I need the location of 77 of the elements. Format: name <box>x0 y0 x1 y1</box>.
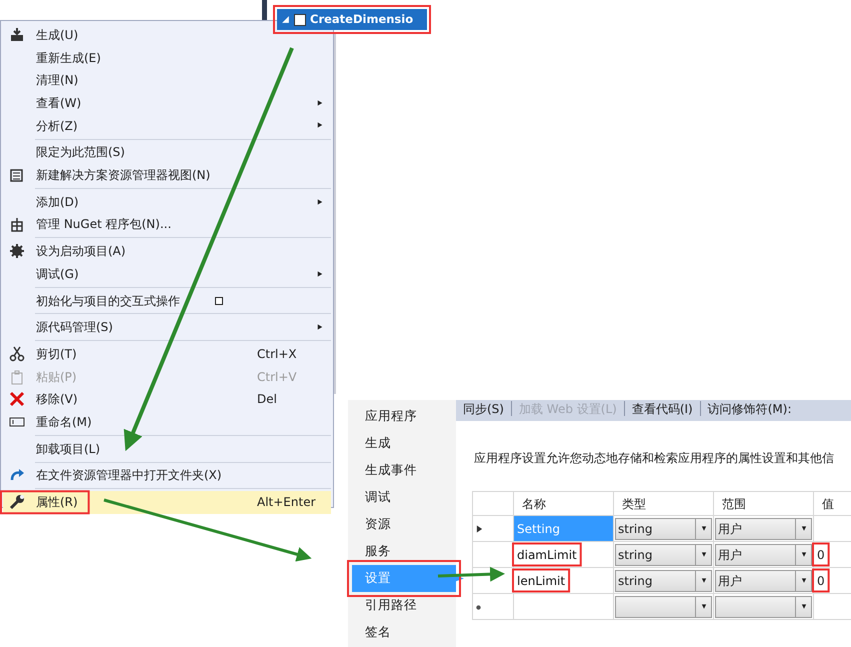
column-header: 名称 <box>514 492 614 516</box>
menu-item[interactable]: 分析(Z) <box>3 114 331 137</box>
nav-tab[interactable]: 生成事件 <box>348 457 456 484</box>
menu-item[interactable]: 管理 NuGet 程序包(N)... <box>3 213 331 236</box>
menu-item[interactable]: 初始化与项目的交互式操作 <box>3 289 331 312</box>
dropdown[interactable]: string <box>615 544 712 566</box>
gear-icon <box>9 243 25 260</box>
submenu-arrow-icon <box>317 198 323 206</box>
nav-tab[interactable]: 生成 <box>348 430 456 457</box>
nav-tab[interactable]: 应用程序 <box>348 403 456 430</box>
package-icon <box>9 216 25 232</box>
new-row-icon <box>476 604 481 610</box>
description-text: 应用程序设置允许您动态地存储和检索应用程序的属性设置和其他信 <box>474 450 835 467</box>
menu-item[interactable]: 属性(R) Alt+Enter <box>3 490 331 514</box>
dropdown[interactable]: 用户 <box>715 570 812 592</box>
menu-item[interactable]: 查看(W) <box>3 92 331 114</box>
table-cell: 0 <box>817 548 825 562</box>
menu-item[interactable]: 重命名(M) <box>3 410 331 434</box>
tree-item[interactable]: CreateDimensio <box>277 9 427 30</box>
nav-tab[interactable]: 签名 <box>348 619 456 646</box>
dropdown[interactable] <box>715 596 812 618</box>
toolbar-button[interactable]: 同步(S) <box>463 400 504 418</box>
menu-item[interactable]: 移除(V) Del <box>3 388 331 411</box>
menu-item[interactable]: 新建解决方案资源管理器视图(N) <box>3 164 331 186</box>
project-icon <box>294 14 306 26</box>
table-cell[interactable] <box>514 594 614 620</box>
current-row-icon <box>476 524 483 534</box>
toolbar-button[interactable]: 访问修饰符(M): <box>708 400 792 418</box>
caret-icon <box>800 552 808 557</box>
submenu-arrow-icon <box>317 270 323 278</box>
dropdown[interactable]: 用户 <box>715 544 812 566</box>
nav-tab[interactable]: 引用路径 <box>348 592 456 619</box>
submenu-arrow-icon <box>317 98 323 107</box>
expander-icon <box>281 15 290 24</box>
nav-tab[interactable]: 服务 <box>348 538 456 565</box>
clipboard-icon <box>9 368 25 385</box>
menu-item[interactable]: 源代码管理(S) <box>3 316 331 339</box>
menu-item[interactable]: 设为启动项目(A) <box>3 240 331 262</box>
window-icon <box>9 167 25 184</box>
menu-item[interactable]: 添加(D) <box>3 190 331 214</box>
caret-icon <box>800 578 808 583</box>
menu-item[interactable]: 在文件资源管理器中打开文件夹(X) <box>3 464 331 487</box>
highlight-box <box>512 542 582 566</box>
menu-checkbox[interactable] <box>215 296 223 305</box>
menu-item[interactable]: 剪切(T) Ctrl+X <box>3 342 331 366</box>
caret-icon <box>800 526 808 531</box>
nav-tab[interactable]: 调试 <box>348 484 456 511</box>
menu-item[interactable]: 重新生成(E) <box>3 46 331 70</box>
table-cell: 0 <box>817 574 825 588</box>
menu-item[interactable]: 调试(G) <box>3 262 331 286</box>
wrench-icon <box>9 494 25 510</box>
menu-item[interactable]: 清理(N) <box>3 69 331 92</box>
dropdown[interactable]: string <box>615 570 712 592</box>
dropdown[interactable]: string <box>615 518 712 540</box>
dropdown[interactable] <box>615 596 712 618</box>
highlight-box <box>812 568 830 592</box>
scissors-icon <box>9 346 25 362</box>
annotation-arrow <box>438 566 505 582</box>
submenu-arrow-icon <box>317 323 323 332</box>
nav-tab[interactable]: 资源 <box>348 511 456 538</box>
build-icon <box>9 27 25 44</box>
column-header: 值 <box>814 492 851 516</box>
dropdown[interactable]: 用户 <box>715 518 812 540</box>
menu-item[interactable]: 卸载项目(L) <box>3 437 331 460</box>
submenu-arrow-icon <box>317 121 323 130</box>
caret-icon <box>700 604 708 609</box>
caret-icon <box>700 526 708 531</box>
menu-item[interactable]: 限定为此范围(S) <box>3 141 331 164</box>
caret-icon <box>700 552 708 557</box>
caret-icon <box>700 578 708 583</box>
close-icon <box>9 391 25 408</box>
highlight-box <box>512 568 570 592</box>
toolbar-button[interactable]: 查看代码(I) <box>632 400 693 418</box>
caret-icon <box>800 604 808 609</box>
column-header: 类型 <box>614 492 714 516</box>
column-header: 范围 <box>714 492 814 516</box>
highlight-box <box>812 542 830 566</box>
